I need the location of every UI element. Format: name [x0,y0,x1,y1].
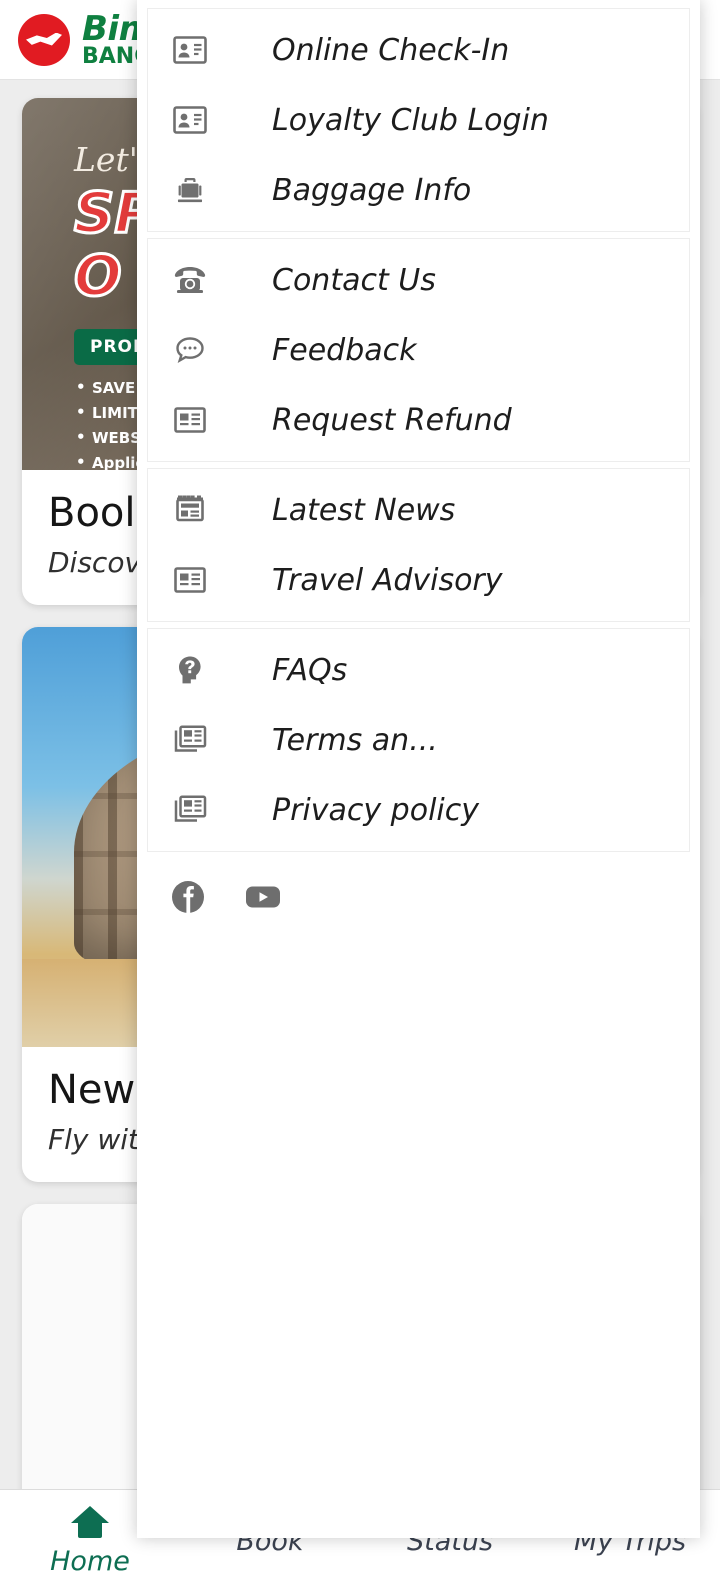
menu-group-services: Online Check-In Loyalty Club Login Bagga… [147,8,690,232]
menu-item-feedback[interactable]: Feedback [148,315,689,385]
menu-item-faqs[interactable]: FAQs [148,635,689,705]
side-menu-drawer: Online Check-In Loyalty Club Login Bagga… [137,0,700,1538]
menu-item-contact-us[interactable]: Contact Us [148,245,689,315]
menu-label: Loyalty Club Login [272,102,549,138]
menu-label: Latest News [272,492,456,528]
facebook-icon[interactable] [171,880,205,914]
menu-item-online-check-in[interactable]: Online Check-In [148,15,689,85]
app-root: Bim BANG Let's F SP O PROMOCO SAVE FLA L… [0,0,720,1593]
menu-item-latest-news[interactable]: Latest News [148,475,689,545]
menu-label: Online Check-In [272,32,510,68]
documents-icon [166,795,214,825]
social-links-row [147,858,690,914]
menu-label: Feedback [272,332,417,368]
chat-bubble-icon [166,335,214,365]
menu-item-loyalty-club-login[interactable]: Loyalty Club Login [148,85,689,155]
menu-label: Privacy policy [272,792,479,828]
telephone-icon [166,265,214,295]
documents-icon [166,725,214,755]
nav-label-home: Home [50,1546,130,1577]
menu-label: Terms an... [272,722,438,758]
head-question-icon [166,654,214,686]
menu-group-support: Contact Us Feedback Request Refund [147,238,690,462]
id-card-icon [166,106,214,134]
menu-item-privacy-policy[interactable]: Privacy policy [148,775,689,845]
baggage-icon [166,174,214,206]
menu-label: Travel Advisory [272,562,503,598]
brand-logo[interactable]: Bim BANG [18,12,154,68]
menu-label: Baggage Info [272,172,472,208]
biman-bird-logo-icon [18,13,70,66]
menu-item-baggage-info[interactable]: Baggage Info [148,155,689,225]
menu-label: FAQs [272,652,348,688]
menu-group-news: Latest News Travel Advisory [147,468,690,622]
menu-item-travel-advisory[interactable]: Travel Advisory [148,545,689,615]
youtube-icon[interactable] [245,883,281,911]
menu-item-terms-and-conditions[interactable]: Terms an... [148,705,689,775]
menu-label: Request Refund [272,402,512,438]
home-icon [71,1506,109,1538]
menu-label: Contact Us [272,262,436,298]
menu-item-request-refund[interactable]: Request Refund [148,385,689,455]
newspaper-icon [166,495,214,525]
article-icon [166,406,214,434]
id-card-icon [166,36,214,64]
article-icon [166,566,214,594]
menu-group-legal: FAQs Terms an... Privacy policy [147,628,690,852]
